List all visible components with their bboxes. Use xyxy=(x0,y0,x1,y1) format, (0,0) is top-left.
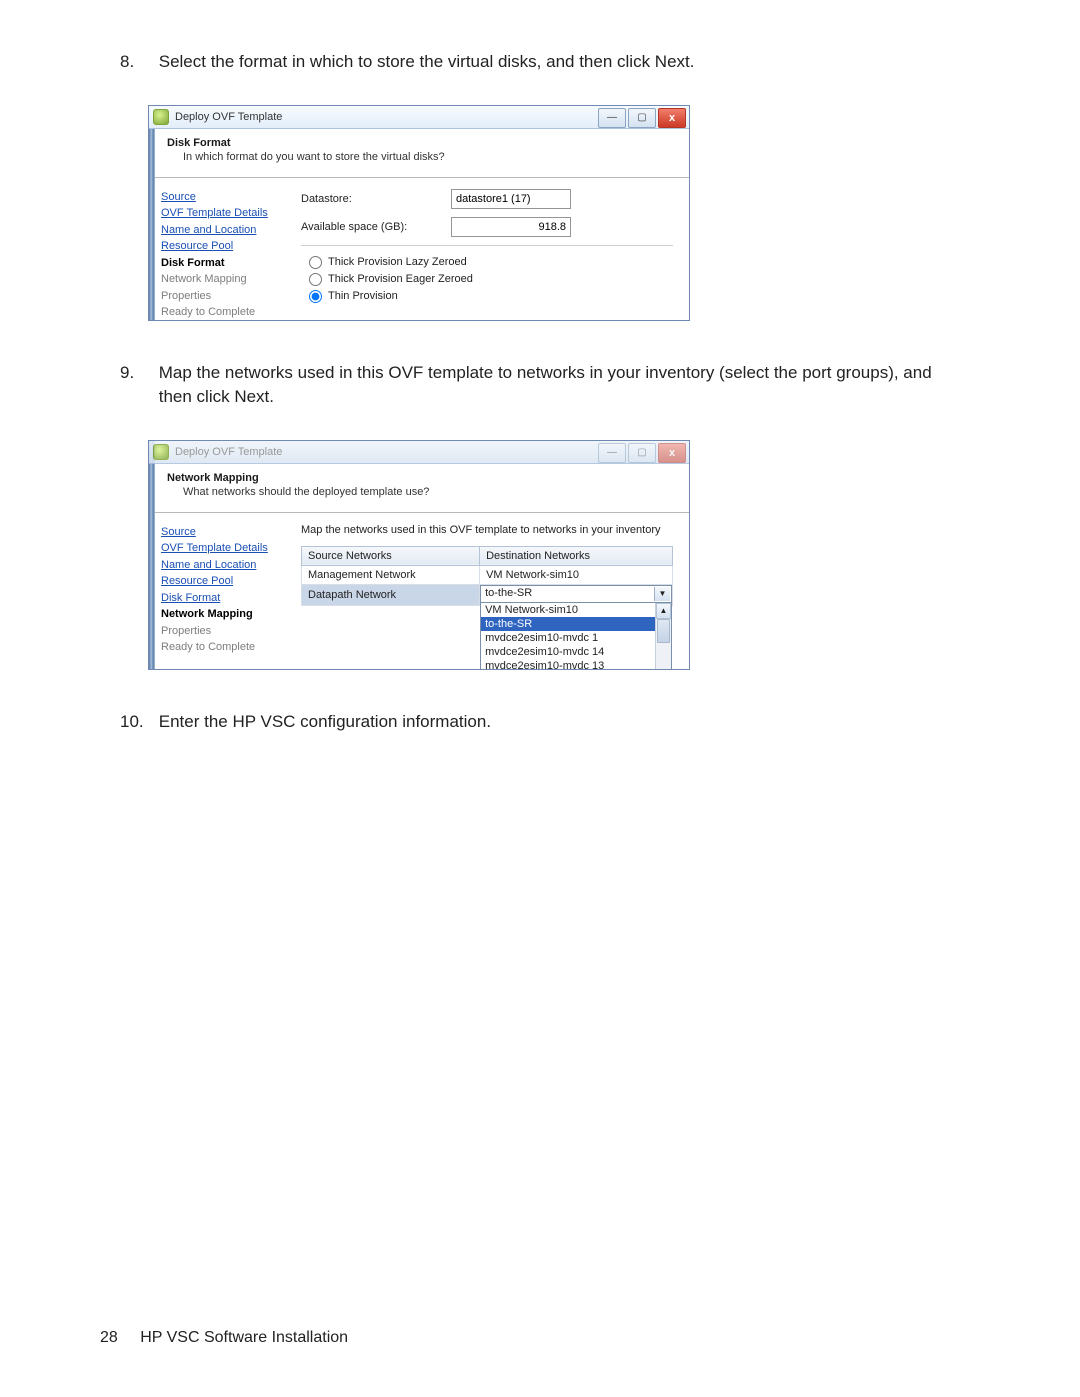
header-title: Disk Format xyxy=(167,137,671,149)
maximize-button[interactable]: ▢ xyxy=(628,443,656,463)
sidebar-item-ready: Ready to Complete xyxy=(161,639,279,656)
sidebar-item-disk-format[interactable]: Disk Format xyxy=(161,590,279,607)
sidebar-item-resource-pool[interactable]: Resource Pool xyxy=(161,573,279,590)
dropdown-option[interactable]: mvdce2esim10-mvdc 14 xyxy=(481,645,671,659)
header-subtitle: What networks should the deployed templa… xyxy=(167,486,671,498)
datastore-label: Datastore: xyxy=(301,193,451,205)
chevron-down-icon[interactable]: ▼ xyxy=(654,587,670,601)
col-header-destination[interactable]: Destination Networks xyxy=(480,546,673,565)
sidebar-item-properties: Properties xyxy=(161,623,279,640)
radio-thick-lazy[interactable]: Thick Provision Lazy Zeroed xyxy=(309,256,673,269)
sidebar-item-name-location[interactable]: Name and Location xyxy=(161,557,279,574)
vsphere-icon xyxy=(153,109,169,125)
radio-input-thick-eager[interactable] xyxy=(309,273,322,286)
datastore-field[interactable] xyxy=(451,189,571,209)
header-subtitle: In which format do you want to store the… xyxy=(167,151,671,163)
minimize-button[interactable]: — xyxy=(598,443,626,463)
radio-label-thin: Thin Provision xyxy=(328,290,398,302)
sidebar-item-resource-pool[interactable]: Resource Pool xyxy=(161,238,279,255)
wizard-sidebar: Source OVF Template Details Name and Loc… xyxy=(149,179,285,331)
sidebar-item-ready: Ready to Complete xyxy=(161,304,279,321)
dropdown-scrollbar[interactable]: ▲ ▼ xyxy=(655,603,671,670)
available-space-field[interactable] xyxy=(451,217,571,237)
window-titlebar[interactable]: Deploy OVF Template — ▢ x xyxy=(149,106,689,129)
radio-thick-eager[interactable]: Thick Provision Eager Zeroed xyxy=(309,273,673,286)
close-button[interactable]: x xyxy=(658,108,686,128)
sidebar-item-properties: Properties xyxy=(161,288,279,305)
dropdown-selected-text: to-the-SR xyxy=(485,587,532,599)
step-num-10: 10. xyxy=(120,710,154,735)
radio-label-thick-eager: Thick Provision Eager Zeroed xyxy=(328,273,473,285)
wizard-main-pane: Map the networks used in this OVF templa… xyxy=(285,514,689,666)
deploy-ovf-window-networkmapping: Deploy OVF Template — ▢ x Network Mappin… xyxy=(148,440,690,670)
page-number: 28 xyxy=(100,1329,118,1346)
minimize-button[interactable]: — xyxy=(598,108,626,128)
separator xyxy=(301,245,673,246)
table-row[interactable]: Datapath Network to-the-SR ▼ VM Network-… xyxy=(302,584,673,605)
sidebar-item-network-mapping[interactable]: Network Mapping xyxy=(161,606,279,623)
wizard-sidebar: Source OVF Template Details Name and Loc… xyxy=(149,514,285,666)
sidebar-item-source[interactable]: Source xyxy=(161,524,279,541)
dropdown-option[interactable]: VM Network-sim10 xyxy=(481,603,671,617)
sidebar-item-name-location[interactable]: Name and Location xyxy=(161,222,279,239)
wizard-header: Disk Format In which format do you want … xyxy=(149,129,689,178)
page-footer: 28 HP VSC Software Installation xyxy=(100,1329,348,1347)
dropdown-option[interactable]: mvdce2esim10-mvdc 13 xyxy=(481,659,671,670)
close-button[interactable]: x xyxy=(658,443,686,463)
wizard-main-pane: Datastore: Available space (GB): Thick P… xyxy=(285,179,689,331)
table-row[interactable]: Management Network VM Network-sim10 xyxy=(302,565,673,584)
step-text-10: Enter the HP VSC configuration informati… xyxy=(159,710,969,735)
network-mapping-intro: Map the networks used in this OVF templa… xyxy=(301,524,673,536)
sidebar-item-ovf-details[interactable]: OVF Template Details xyxy=(161,540,279,557)
radio-input-thick-lazy[interactable] xyxy=(309,256,322,269)
scroll-up-icon[interactable]: ▲ xyxy=(656,603,671,619)
maximize-button[interactable]: ▢ xyxy=(628,108,656,128)
scroll-thumb[interactable] xyxy=(657,619,670,643)
dropdown-option[interactable]: to-the-SR xyxy=(481,617,671,631)
sidebar-item-network-mapping: Network Mapping xyxy=(161,271,279,288)
footer-text: HP VSC Software Installation xyxy=(140,1329,348,1346)
radio-label-thick-lazy: Thick Provision Lazy Zeroed xyxy=(328,256,467,268)
window-titlebar[interactable]: Deploy OVF Template — ▢ x xyxy=(149,441,689,464)
dst-net-management: VM Network-sim10 xyxy=(480,565,673,584)
src-net-datapath: Datapath Network xyxy=(302,584,480,605)
dropdown-list[interactable]: VM Network-sim10 to-the-SR mvdce2esim10-… xyxy=(480,602,672,670)
step-9: 9. Map the networks used in this OVF tem… xyxy=(120,361,980,410)
dropdown-option[interactable]: mvdce2esim10-mvdc 1 xyxy=(481,631,671,645)
step-10: 10. Enter the HP VSC configuration infor… xyxy=(120,710,980,735)
col-header-source[interactable]: Source Networks xyxy=(302,546,480,565)
window-left-edge xyxy=(149,106,155,320)
available-space-label: Available space (GB): xyxy=(301,221,451,233)
window-left-edge xyxy=(149,441,155,669)
wizard-header: Network Mapping What networks should the… xyxy=(149,464,689,513)
src-net-management: Management Network xyxy=(302,565,480,584)
network-mapping-table: Source Networks Destination Networks Man… xyxy=(301,546,673,606)
step-num-8: 8. xyxy=(120,50,154,75)
sidebar-item-ovf-details[interactable]: OVF Template Details xyxy=(161,205,279,222)
sidebar-item-source[interactable]: Source xyxy=(161,189,279,206)
deploy-ovf-window-diskformat: . . . . . . . . . . . . Deploy OVF Templ… xyxy=(148,105,690,321)
radio-thin[interactable]: Thin Provision xyxy=(309,290,673,303)
step-text-9: Map the networks used in this OVF templa… xyxy=(159,361,969,410)
step-text-8: Select the format in which to store the … xyxy=(159,50,969,75)
window-title: Deploy OVF Template xyxy=(175,111,282,123)
destination-network-dropdown[interactable]: to-the-SR ▼ VM Network-sim10 to-the-SR m… xyxy=(480,585,672,605)
vsphere-icon xyxy=(153,444,169,460)
step-num-9: 9. xyxy=(120,361,154,386)
radio-input-thin[interactable] xyxy=(309,290,322,303)
header-title: Network Mapping xyxy=(167,472,671,484)
step-8: 8. Select the format in which to store t… xyxy=(120,50,980,75)
window-title: Deploy OVF Template xyxy=(175,446,282,458)
sidebar-item-disk-format[interactable]: Disk Format xyxy=(161,255,279,272)
